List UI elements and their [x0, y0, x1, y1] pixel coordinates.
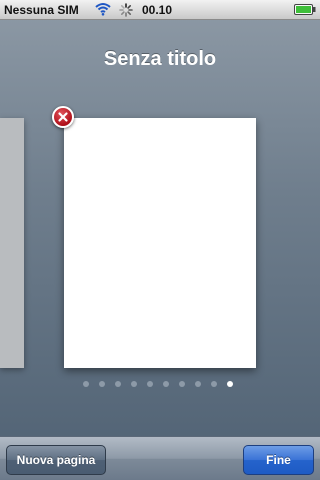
carrier-name: Nessuna SIM: [4, 3, 79, 17]
clock: 00.10: [142, 3, 173, 17]
page-dot: [115, 381, 121, 387]
page-dot: [179, 381, 185, 387]
delete-page-button[interactable]: [52, 106, 74, 128]
status-bar: Nessuna SIM 00.10: [0, 0, 320, 20]
document-title: Senza titolo: [103, 48, 217, 70]
page-dot: [83, 381, 89, 387]
page-indicator[interactable]: [83, 381, 233, 389]
page-dot: [211, 381, 217, 387]
wifi-icon: [95, 3, 111, 16]
current-page-thumbnail[interactable]: [64, 118, 256, 368]
activity-spinner-icon: [119, 3, 133, 17]
done-button[interactable]: Fine: [243, 445, 314, 475]
previous-page-thumbnail[interactable]: [0, 118, 24, 368]
close-icon: [58, 112, 68, 122]
page-dot: [99, 381, 105, 387]
page-dot-active: [227, 381, 233, 387]
new-page-button[interactable]: Nuova pagina: [6, 445, 106, 475]
page-dot: [195, 381, 201, 387]
battery-icon: [294, 4, 316, 15]
page-dot: [163, 381, 169, 387]
page-dot: [131, 381, 137, 387]
page-dot: [147, 381, 153, 387]
bottom-toolbar: Nuova pagina Fine: [0, 436, 320, 480]
